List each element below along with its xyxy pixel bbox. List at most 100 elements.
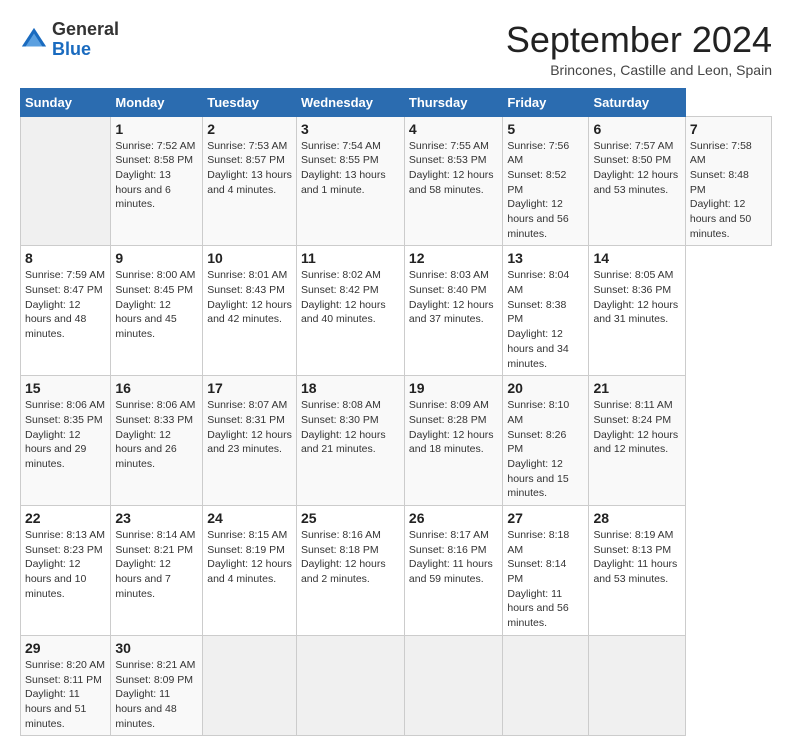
- day-info: Sunrise: 8:01 AMSunset: 8:43 PMDaylight:…: [207, 268, 292, 327]
- day-info: Sunrise: 8:19 AMSunset: 8:13 PMDaylight:…: [593, 528, 680, 587]
- day-number: 18: [301, 380, 400, 396]
- title-area: September 2024 Brincones, Castille and L…: [506, 20, 772, 78]
- logo: General Blue: [20, 20, 119, 60]
- day-cell: 30 Sunrise: 8:21 AMSunset: 8:09 PMDayligh…: [111, 635, 203, 735]
- day-number: 24: [207, 510, 292, 526]
- day-cell: [404, 635, 502, 735]
- day-info: Sunrise: 8:21 AMSunset: 8:09 PMDaylight:…: [115, 658, 198, 731]
- day-cell: 22 Sunrise: 8:13 AMSunset: 8:23 PMDayligh…: [21, 506, 111, 636]
- day-info: Sunrise: 8:15 AMSunset: 8:19 PMDaylight:…: [207, 528, 292, 587]
- day-number: 16: [115, 380, 198, 396]
- day-cell: 28 Sunrise: 8:19 AMSunset: 8:13 PMDayligh…: [589, 506, 685, 636]
- day-info: Sunrise: 8:17 AMSunset: 8:16 PMDaylight:…: [409, 528, 498, 587]
- day-info: Sunrise: 7:56 AMSunset: 8:52 PMDaylight:…: [507, 139, 584, 242]
- day-info: Sunrise: 8:06 AMSunset: 8:33 PMDaylight:…: [115, 398, 198, 471]
- day-info: Sunrise: 7:58 AMSunset: 8:48 PMDaylight:…: [690, 139, 767, 242]
- day-cell: [503, 635, 589, 735]
- header-row: SundayMondayTuesdayWednesdayThursdayFrid…: [21, 88, 772, 116]
- day-cell: 1 Sunrise: 7:52 AMSunset: 8:58 PMDaylight…: [111, 116, 203, 246]
- day-cell: 19Sunrise: 8:09 AMSunset: 8:28 PMDayligh…: [404, 376, 502, 506]
- day-cell: 14Sunrise: 8:05 AMSunset: 8:36 PMDayligh…: [589, 246, 685, 376]
- day-number: 12: [409, 250, 498, 266]
- day-number: 13: [507, 250, 584, 266]
- day-cell: [296, 635, 404, 735]
- day-cell: 4 Sunrise: 7:55 AMSunset: 8:53 PMDaylight…: [404, 116, 502, 246]
- day-number: 21: [593, 380, 680, 396]
- day-cell: 7 Sunrise: 7:58 AMSunset: 8:48 PMDaylight…: [685, 116, 771, 246]
- header-cell-wednesday: Wednesday: [296, 88, 404, 116]
- day-number: 8: [25, 250, 106, 266]
- day-cell: 5 Sunrise: 7:56 AMSunset: 8:52 PMDaylight…: [503, 116, 589, 246]
- day-cell: 2Sunrise: 7:53 AMSunset: 8:57 PMDaylight…: [203, 116, 297, 246]
- calendar-table: SundayMondayTuesdayWednesdayThursdayFrid…: [20, 88, 772, 737]
- day-cell: 23 Sunrise: 8:14 AMSunset: 8:21 PMDayligh…: [111, 506, 203, 636]
- day-number: 17: [207, 380, 292, 396]
- week-row-5: 29 Sunrise: 8:20 AMSunset: 8:11 PMDayligh…: [21, 635, 772, 735]
- day-cell: [21, 116, 111, 246]
- day-cell: 26 Sunrise: 8:17 AMSunset: 8:16 PMDayligh…: [404, 506, 502, 636]
- day-info: Sunrise: 8:18 AMSunset: 8:14 PMDaylight:…: [507, 528, 584, 631]
- week-row-3: 15Sunrise: 8:06 AMSunset: 8:35 PMDayligh…: [21, 376, 772, 506]
- day-info: Sunrise: 8:20 AMSunset: 8:11 PMDaylight:…: [25, 658, 106, 731]
- day-number: 26: [409, 510, 498, 526]
- day-info: Sunrise: 8:10 AMSunset: 8:26 PMDaylight:…: [507, 398, 584, 501]
- day-cell: 24 Sunrise: 8:15 AMSunset: 8:19 PMDayligh…: [203, 506, 297, 636]
- logo-blue: Blue: [52, 39, 91, 59]
- day-number: 7: [690, 121, 767, 137]
- day-cell: [589, 635, 685, 735]
- day-cell: 10Sunrise: 8:01 AMSunset: 8:43 PMDayligh…: [203, 246, 297, 376]
- header-cell-saturday: Saturday: [589, 88, 685, 116]
- day-cell: 8Sunrise: 7:59 AMSunset: 8:47 PMDaylight…: [21, 246, 111, 376]
- day-cell: 16 Sunrise: 8:06 AMSunset: 8:33 PMDayligh…: [111, 376, 203, 506]
- day-cell: 11 Sunrise: 8:02 AMSunset: 8:42 PMDayligh…: [296, 246, 404, 376]
- header-cell-monday: Monday: [111, 88, 203, 116]
- day-info: Sunrise: 7:57 AMSunset: 8:50 PMDaylight:…: [593, 139, 680, 198]
- day-number: 4: [409, 121, 498, 137]
- day-number: 20: [507, 380, 584, 396]
- day-info: Sunrise: 7:54 AMSunset: 8:55 PMDaylight:…: [301, 139, 400, 198]
- header-cell-friday: Friday: [503, 88, 589, 116]
- header: General Blue September 2024 Brincones, C…: [20, 20, 772, 78]
- main-title: September 2024: [506, 20, 772, 60]
- week-row-2: 8Sunrise: 7:59 AMSunset: 8:47 PMDaylight…: [21, 246, 772, 376]
- day-number: 9: [115, 250, 198, 266]
- day-cell: 27Sunrise: 8:18 AMSunset: 8:14 PMDayligh…: [503, 506, 589, 636]
- day-number: 25: [301, 510, 400, 526]
- day-info: Sunrise: 8:08 AMSunset: 8:30 PMDaylight:…: [301, 398, 400, 457]
- day-info: Sunrise: 7:52 AMSunset: 8:58 PMDaylight:…: [115, 139, 198, 212]
- day-info: Sunrise: 8:11 AMSunset: 8:24 PMDaylight:…: [593, 398, 680, 457]
- day-cell: 9 Sunrise: 8:00 AMSunset: 8:45 PMDaylight…: [111, 246, 203, 376]
- day-number: 23: [115, 510, 198, 526]
- day-number: 11: [301, 250, 400, 266]
- day-number: 28: [593, 510, 680, 526]
- day-info: Sunrise: 8:14 AMSunset: 8:21 PMDaylight:…: [115, 528, 198, 601]
- day-cell: 18 Sunrise: 8:08 AMSunset: 8:30 PMDayligh…: [296, 376, 404, 506]
- day-info: Sunrise: 8:04 AMSunset: 8:38 PMDaylight:…: [507, 268, 584, 371]
- day-number: 30: [115, 640, 198, 656]
- header-cell-thursday: Thursday: [404, 88, 502, 116]
- day-cell: 20 Sunrise: 8:10 AMSunset: 8:26 PMDayligh…: [503, 376, 589, 506]
- day-info: Sunrise: 7:55 AMSunset: 8:53 PMDaylight:…: [409, 139, 498, 198]
- day-number: 5: [507, 121, 584, 137]
- day-number: 22: [25, 510, 106, 526]
- day-info: Sunrise: 8:02 AMSunset: 8:42 PMDaylight:…: [301, 268, 400, 327]
- day-cell: 17Sunrise: 8:07 AMSunset: 8:31 PMDayligh…: [203, 376, 297, 506]
- day-cell: [203, 635, 297, 735]
- header-cell-sunday: Sunday: [21, 88, 111, 116]
- day-info: Sunrise: 8:13 AMSunset: 8:23 PMDaylight:…: [25, 528, 106, 601]
- day-info: Sunrise: 8:00 AMSunset: 8:45 PMDaylight:…: [115, 268, 198, 341]
- day-number: 1: [115, 121, 198, 137]
- day-info: Sunrise: 7:53 AMSunset: 8:57 PMDaylight:…: [207, 139, 292, 198]
- day-info: Sunrise: 8:03 AMSunset: 8:40 PMDaylight:…: [409, 268, 498, 327]
- logo-icon: [20, 26, 48, 54]
- day-number: 15: [25, 380, 106, 396]
- day-number: 3: [301, 121, 400, 137]
- day-cell: 29 Sunrise: 8:20 AMSunset: 8:11 PMDayligh…: [21, 635, 111, 735]
- day-info: Sunrise: 8:09 AMSunset: 8:28 PMDaylight:…: [409, 398, 498, 457]
- logo-text: General Blue: [52, 20, 119, 60]
- day-number: 6: [593, 121, 680, 137]
- week-row-1: 1 Sunrise: 7:52 AMSunset: 8:58 PMDaylight…: [21, 116, 772, 246]
- day-number: 29: [25, 640, 106, 656]
- day-cell: 25Sunrise: 8:16 AMSunset: 8:18 PMDayligh…: [296, 506, 404, 636]
- week-row-4: 22 Sunrise: 8:13 AMSunset: 8:23 PMDayligh…: [21, 506, 772, 636]
